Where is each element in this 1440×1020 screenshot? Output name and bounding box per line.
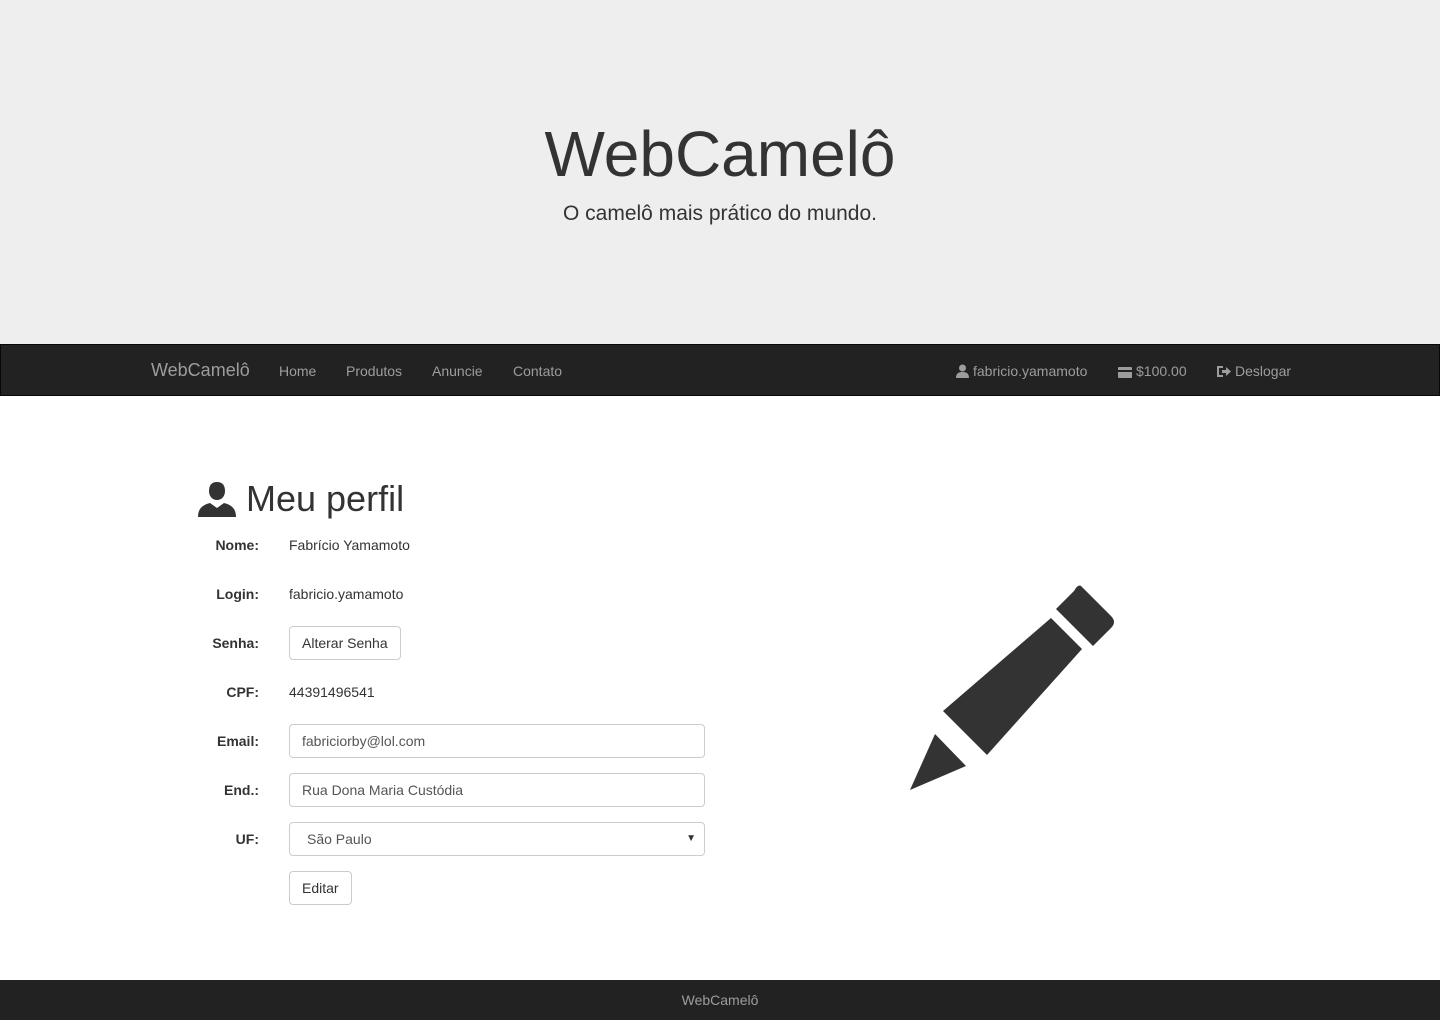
navbar: WebCamelô Home Produtos Anuncie Contato … (0, 344, 1440, 396)
nav-balance[interactable]: $100.00 (1118, 362, 1187, 380)
label-endereco: End.: (224, 782, 259, 798)
nav-logout-label: Deslogar (1235, 363, 1292, 379)
value-login: fabricio.yamamoto (289, 586, 404, 602)
label-email: Email: (216, 733, 259, 749)
uf-select-value: São Paulo (307, 831, 372, 847)
change-password-button[interactable]: Alterar Senha (289, 626, 401, 660)
site-tagline: O camelô mais prático do mundo. (563, 202, 877, 225)
navbar-brand[interactable]: WebCamelô (151, 360, 250, 380)
label-login: Login: (216, 586, 259, 602)
address-field[interactable] (289, 773, 705, 807)
nav-user-label: fabricio.yamamoto (973, 363, 1088, 379)
logout-icon (1217, 366, 1231, 377)
nav-produtos[interactable]: Produtos (346, 362, 402, 380)
label-senha: Senha: (212, 635, 259, 651)
uf-select[interactable]: São Paulo ▼ (289, 822, 705, 856)
nav-balance-label: $100.00 (1136, 363, 1187, 379)
nav-contato[interactable]: Contato (513, 362, 562, 380)
label-cpf: CPF: (226, 684, 259, 700)
label-uf: UF: (235, 831, 259, 847)
value-cpf: 44391496541 (289, 684, 375, 700)
page-title-text: Meu perfil (246, 478, 405, 519)
caret-down-icon: ▼ (686, 833, 696, 844)
footer: WebCamelô (0, 980, 1440, 1020)
pencil-icon (910, 585, 1114, 790)
footer-text: WebCamelô (681, 992, 759, 1008)
nav-user[interactable]: fabricio.yamamoto (956, 362, 1087, 380)
site-title: WebCamelô (544, 118, 896, 190)
nav-anuncie[interactable]: Anuncie (432, 362, 483, 380)
email-field[interactable] (289, 724, 705, 758)
edit-button[interactable]: Editar (289, 871, 352, 905)
page-title: Meu perfil (198, 474, 404, 524)
jumbotron: WebCamelô O camelô mais prático do mundo… (0, 0, 1440, 344)
user-icon (956, 364, 969, 378)
nav-logout[interactable]: Deslogar (1216, 362, 1291, 380)
nav-home[interactable]: Home (279, 362, 316, 380)
user-icon (198, 482, 236, 517)
value-nome: Fabrício Yamamoto (289, 537, 410, 553)
label-nome: Nome: (215, 537, 259, 553)
credit-card-icon (1118, 367, 1132, 378)
